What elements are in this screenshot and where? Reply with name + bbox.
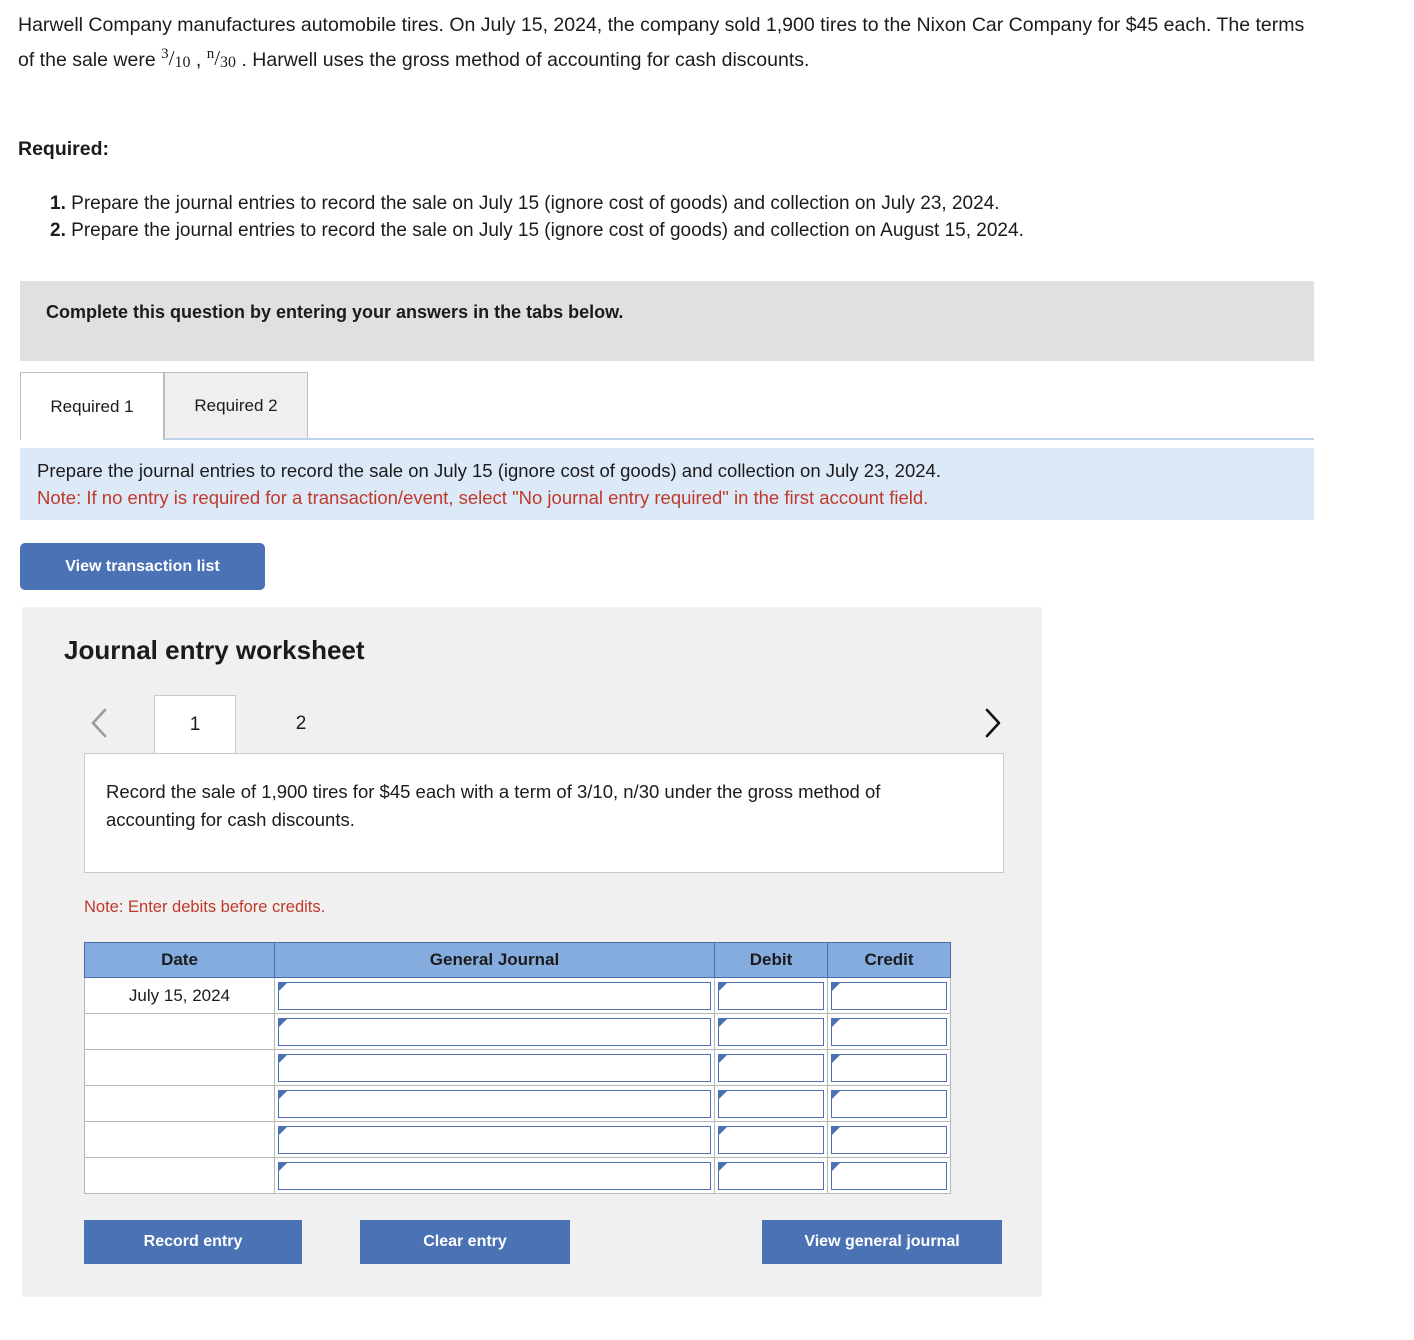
date-cell: July 15, 2024 xyxy=(84,977,275,1014)
tab-required-1-label: Required 1 xyxy=(50,396,134,416)
fraction-numerator: 3 xyxy=(161,46,169,62)
problem-statement: Harwell Company manufactures automobile … xyxy=(18,10,1308,79)
tab-required-1[interactable]: Required 1 xyxy=(20,372,164,440)
required-item-text: Prepare the journal entries to record th… xyxy=(71,220,1024,241)
transaction-description-text: Record the sale of 1,900 tires for $45 e… xyxy=(106,781,881,830)
required-list: 1. Prepare the journal entries to record… xyxy=(50,190,1330,244)
credit-field[interactable] xyxy=(831,981,947,1010)
general-journal-field[interactable] xyxy=(278,1017,711,1046)
column-header-credit: Credit xyxy=(827,942,951,978)
table-row xyxy=(84,1121,951,1158)
required-item-2: 2. Prepare the journal entries to record… xyxy=(50,217,1330,244)
required-item-number: 1. xyxy=(50,193,66,214)
general-journal-cell[interactable] xyxy=(274,1085,715,1122)
required-item-1: 1. Prepare the journal entries to record… xyxy=(50,190,1330,217)
instruction-banner-text: Complete this question by entering your … xyxy=(46,302,624,322)
worksheet-title: Journal entry worksheet xyxy=(64,635,365,665)
credit-field[interactable] xyxy=(831,1125,947,1154)
problem-text-part2: . Harwell uses the gross method of accou… xyxy=(236,49,810,71)
debit-cell[interactable] xyxy=(714,1085,828,1122)
tab-required-2-label: Required 2 xyxy=(194,395,278,415)
credit-cell[interactable] xyxy=(827,1085,951,1122)
general-journal-cell[interactable] xyxy=(274,1121,715,1158)
terms-fraction-3-10: 3/10 xyxy=(161,39,190,78)
table-row xyxy=(84,1085,951,1122)
clear-entry-button[interactable]: Clear entry xyxy=(360,1220,570,1264)
debit-field[interactable] xyxy=(718,981,824,1010)
date-cell[interactable] xyxy=(84,1121,275,1158)
debit-field[interactable] xyxy=(718,1161,824,1190)
general-journal-cell[interactable] xyxy=(274,1157,715,1194)
requirement-description: Prepare the journal entries to record th… xyxy=(37,460,941,481)
worksheet-page-tab-1-label: 1 xyxy=(189,713,201,735)
fraction-separator: , xyxy=(190,49,207,71)
credit-field[interactable] xyxy=(831,1089,947,1118)
fraction-denominator: 30 xyxy=(220,54,237,71)
general-journal-cell[interactable] xyxy=(274,1013,715,1050)
worksheet-pager: 1 2 xyxy=(62,695,1007,753)
table-row: July 15, 2024 xyxy=(84,977,951,1014)
debit-cell[interactable] xyxy=(714,1121,828,1158)
debit-cell[interactable] xyxy=(714,977,828,1014)
required-item-number: 2. xyxy=(50,220,66,241)
credit-field[interactable] xyxy=(831,1017,947,1046)
credit-cell[interactable] xyxy=(827,1157,951,1194)
credit-cell[interactable] xyxy=(827,1049,951,1086)
debit-field[interactable] xyxy=(718,1053,824,1082)
credit-cell[interactable] xyxy=(827,1013,951,1050)
date-cell[interactable] xyxy=(84,1085,275,1122)
general-journal-cell[interactable] xyxy=(274,1049,715,1086)
table-row xyxy=(84,1049,951,1086)
transaction-description-box: Record the sale of 1,900 tires for $45 e… xyxy=(84,753,1004,873)
column-header-general-journal: General Journal xyxy=(274,942,715,978)
table-row xyxy=(84,1013,951,1050)
terms-fraction-n-30: n/30 xyxy=(207,39,236,78)
general-journal-field[interactable] xyxy=(278,981,711,1010)
debit-cell[interactable] xyxy=(714,1049,828,1086)
general-journal-field[interactable] xyxy=(278,1053,711,1082)
worksheet-page-tab-2[interactable]: 2 xyxy=(260,695,342,753)
date-cell[interactable] xyxy=(84,1157,275,1194)
credit-cell[interactable] xyxy=(827,977,951,1014)
general-journal-field[interactable] xyxy=(278,1089,711,1118)
debit-cell[interactable] xyxy=(714,1013,828,1050)
requirement-info-panel: Prepare the journal entries to record th… xyxy=(20,448,1314,520)
general-journal-field[interactable] xyxy=(278,1161,711,1190)
debit-cell[interactable] xyxy=(714,1157,828,1194)
general-journal-field[interactable] xyxy=(278,1125,711,1154)
required-label: Required: xyxy=(18,138,110,160)
view-transaction-list-button[interactable]: View transaction list xyxy=(20,543,265,590)
table-header-row: Date General Journal Debit Credit xyxy=(84,942,951,978)
worksheet-page-tab-2-label: 2 xyxy=(295,713,307,734)
debit-field[interactable] xyxy=(718,1089,824,1118)
tabbar-underline xyxy=(20,438,1314,440)
required-tabbar: Required 1 Required 2 xyxy=(20,372,1314,440)
debits-before-credits-note: Note: Enter debits before credits. xyxy=(84,898,326,916)
credit-field[interactable] xyxy=(831,1161,947,1190)
fraction-denominator: 10 xyxy=(174,54,191,71)
record-entry-button[interactable]: Record entry xyxy=(84,1220,302,1264)
chevron-right-icon[interactable] xyxy=(977,701,1007,745)
required-item-text: Prepare the journal entries to record th… xyxy=(71,193,1000,214)
requirement-note: Note: If no entry is required for a tran… xyxy=(37,487,929,508)
credit-field[interactable] xyxy=(831,1053,947,1082)
table-row xyxy=(84,1157,951,1194)
journal-entry-table: Date General Journal Debit Credit July 1… xyxy=(84,942,951,1194)
debit-field[interactable] xyxy=(718,1125,824,1154)
instruction-banner: Complete this question by entering your … xyxy=(20,281,1314,361)
chevron-left-icon[interactable] xyxy=(84,701,114,745)
view-general-journal-button[interactable]: View general journal xyxy=(762,1220,1002,1264)
credit-cell[interactable] xyxy=(827,1121,951,1158)
worksheet-page-tab-1[interactable]: 1 xyxy=(154,695,236,753)
column-header-date: Date xyxy=(84,942,275,978)
general-journal-cell[interactable] xyxy=(274,977,715,1014)
debit-field[interactable] xyxy=(718,1017,824,1046)
journal-entry-worksheet-panel: Journal entry worksheet 1 2 Record the s… xyxy=(22,607,1042,1297)
date-cell[interactable] xyxy=(84,1013,275,1050)
tab-required-2[interactable]: Required 2 xyxy=(164,372,308,438)
date-cell[interactable] xyxy=(84,1049,275,1086)
column-header-debit: Debit xyxy=(714,942,828,978)
